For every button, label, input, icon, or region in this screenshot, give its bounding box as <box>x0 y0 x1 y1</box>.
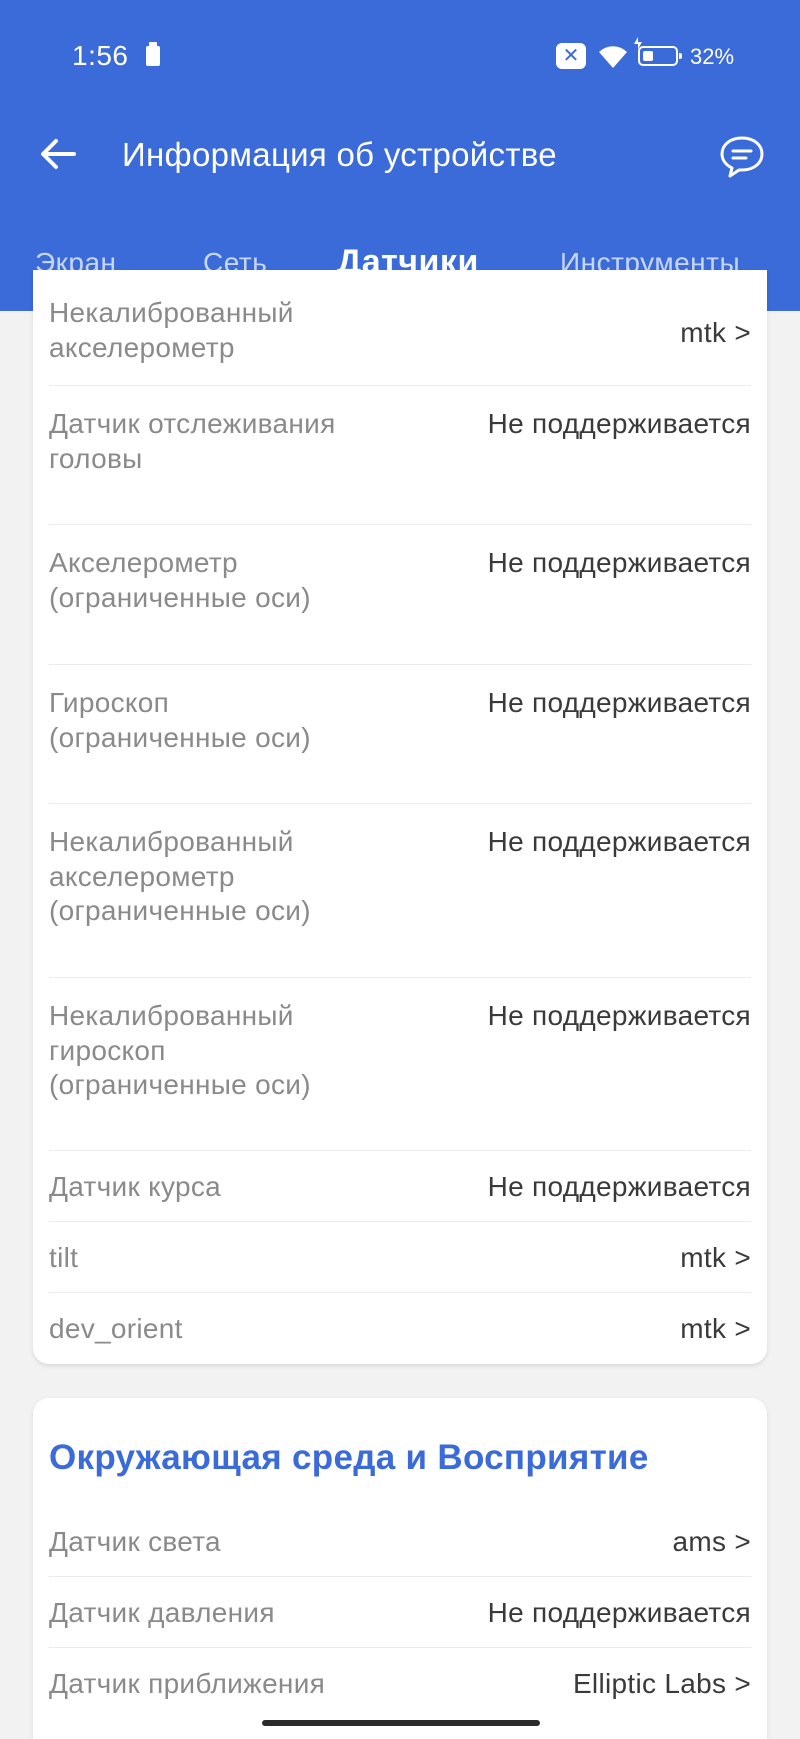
sensor-label: Некалиброванный акселерометр (ограниченн… <box>49 826 311 926</box>
sensor-value: Не поддерживается <box>487 826 751 857</box>
battery-percent: 32% <box>690 44 735 69</box>
sensor-row[interactable]: Датчик давления Не поддерживается <box>49 1577 751 1648</box>
battery-icon <box>638 46 682 66</box>
sensor-row[interactable]: tilt mtk > <box>49 1222 751 1293</box>
environment-card: Окружающая среда и Восприятие Датчик све… <box>33 1398 767 1739</box>
battery-fill <box>643 51 653 61</box>
sensor-value: mtk > <box>680 317 751 348</box>
sensor-row[interactable]: Датчик света ams > <box>49 1506 751 1577</box>
sensor-value: Не поддерживается <box>487 687 751 718</box>
page-title: Информация об устройстве <box>122 136 557 173</box>
wifi-icon <box>599 46 627 68</box>
sensor-label: Датчик света <box>49 1526 221 1557</box>
sensor-row[interactable]: Датчик курса Не поддерживается <box>49 1151 751 1222</box>
sensor-label: Акселерометр (ограниченные оси) <box>49 547 311 613</box>
sensor-value: Не поддерживается <box>487 1000 751 1031</box>
sensor-label: Датчик отслеживания головы <box>49 408 336 474</box>
sensor-value: ams > <box>672 1526 751 1557</box>
sensor-value: Elliptic Labs > <box>572 1668 751 1699</box>
sensor-label: Датчик давления <box>49 1597 275 1628</box>
arrow-left-icon[interactable] <box>38 134 78 174</box>
sensor-row[interactable]: Гироскоп (ограниченные оси) Не поддержив… <box>49 665 751 804</box>
sensor-value: Не поддерживается <box>487 1597 751 1628</box>
status-time: 1:56 <box>72 40 129 71</box>
sensor-row[interactable]: dev_orient mtk > <box>49 1293 751 1364</box>
section-title: Окружающая среда и Восприятие <box>49 1438 649 1477</box>
home-gesture-bar[interactable] <box>262 1720 540 1726</box>
environment-list: Датчик света ams > Датчик давления Не по… <box>33 1506 767 1719</box>
chat-bubble-icon[interactable] <box>718 134 766 180</box>
sensor-label: dev_orient <box>49 1313 183 1344</box>
sensor-value: Не поддерживается <box>487 1171 751 1202</box>
sensor-value: Не поддерживается <box>487 547 751 578</box>
sensor-label: Датчик приближения <box>49 1668 326 1699</box>
sensors-card: Некалиброванный акселерометр mtk > Датчи… <box>33 270 767 1364</box>
sensor-label: Некалиброванный акселерометр <box>49 297 294 363</box>
sensor-value: Не поддерживается <box>487 408 751 439</box>
sensor-row[interactable]: Некалиброванный акселерометр mtk > <box>49 270 751 386</box>
sensor-row[interactable]: Датчик отслеживания головы Не поддержива… <box>49 386 751 525</box>
sensor-row[interactable]: Датчик приближения Elliptic Labs > <box>49 1648 751 1719</box>
sensor-value: mtk > <box>680 1242 751 1273</box>
sensor-label: Некалиброванный гироскоп (ограниченные о… <box>49 1000 311 1100</box>
sensor-label: Гироскоп (ограниченные оси) <box>49 687 311 753</box>
sensor-row[interactable]: Акселерометр (ограниченные оси) Не подде… <box>49 525 751 665</box>
sensor-label: tilt <box>49 1242 79 1273</box>
app-header: 1:56 ✕ 32% Информация об устройстве Экра… <box>0 0 800 311</box>
sensor-value: mtk > <box>680 1313 751 1344</box>
sensor-row[interactable]: Некалиброванный акселерометр (ограниченн… <box>49 804 751 978</box>
sim-card-icon <box>146 42 160 66</box>
no-sim-icon: ✕ <box>556 43 586 69</box>
sensor-row[interactable]: Некалиброванный гироскоп (ограниченные о… <box>49 978 751 1151</box>
sensor-label: Датчик курса <box>49 1171 221 1202</box>
